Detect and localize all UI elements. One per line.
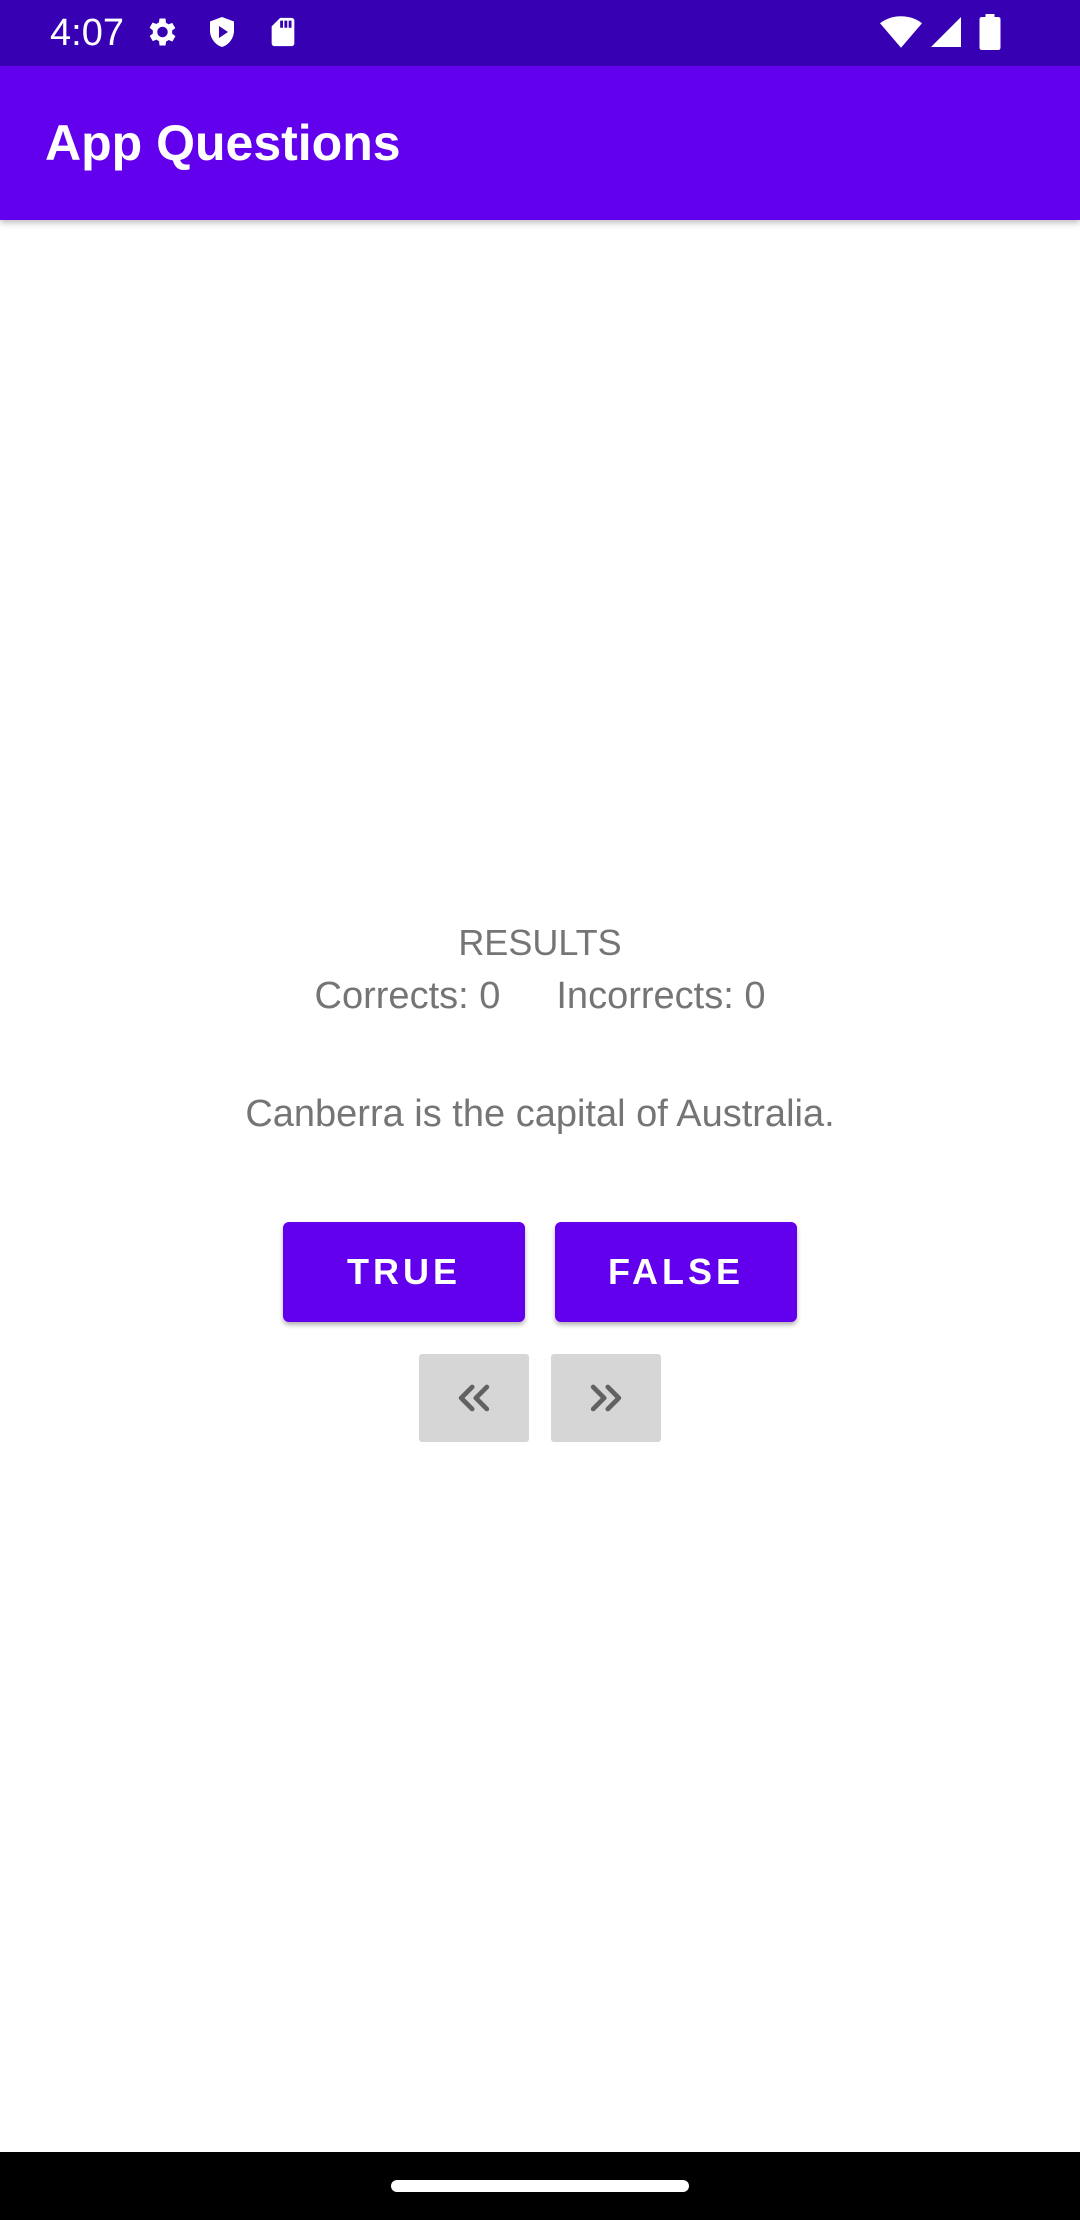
true-button[interactable]: TRUE: [283, 1222, 525, 1322]
play-shield-icon: [204, 14, 240, 55]
status-time: 4:07: [50, 12, 124, 54]
sd-card-icon: [266, 14, 300, 55]
previous-question-button[interactable]: [419, 1354, 529, 1442]
results-title: RESULTS: [458, 922, 622, 963]
settings-gear-icon: [143, 14, 179, 55]
home-gesture-handle[interactable]: [391, 2180, 689, 2192]
question-text: Canberra is the capital of Australia.: [245, 1093, 835, 1135]
double-chevron-left-icon: [458, 1384, 490, 1412]
cell-signal-icon: [928, 14, 964, 55]
app-bar: App Questions: [0, 66, 1080, 220]
app-title: App Questions: [45, 115, 401, 171]
score-row: Corrects: 0 Incorrects: 0: [0, 970, 1080, 1022]
incorrects-count: Incorrects: 0: [556, 975, 766, 1017]
next-question-button[interactable]: [551, 1354, 661, 1442]
corrects-count: Corrects: 0: [314, 975, 501, 1017]
battery-icon: [978, 14, 1002, 55]
double-chevron-right-icon: [590, 1384, 622, 1412]
system-navigation-bar: [0, 2152, 1080, 2220]
false-button[interactable]: FALSE: [555, 1222, 797, 1322]
status-bar: 4:07: [0, 0, 1080, 66]
wifi-icon: [880, 14, 922, 55]
